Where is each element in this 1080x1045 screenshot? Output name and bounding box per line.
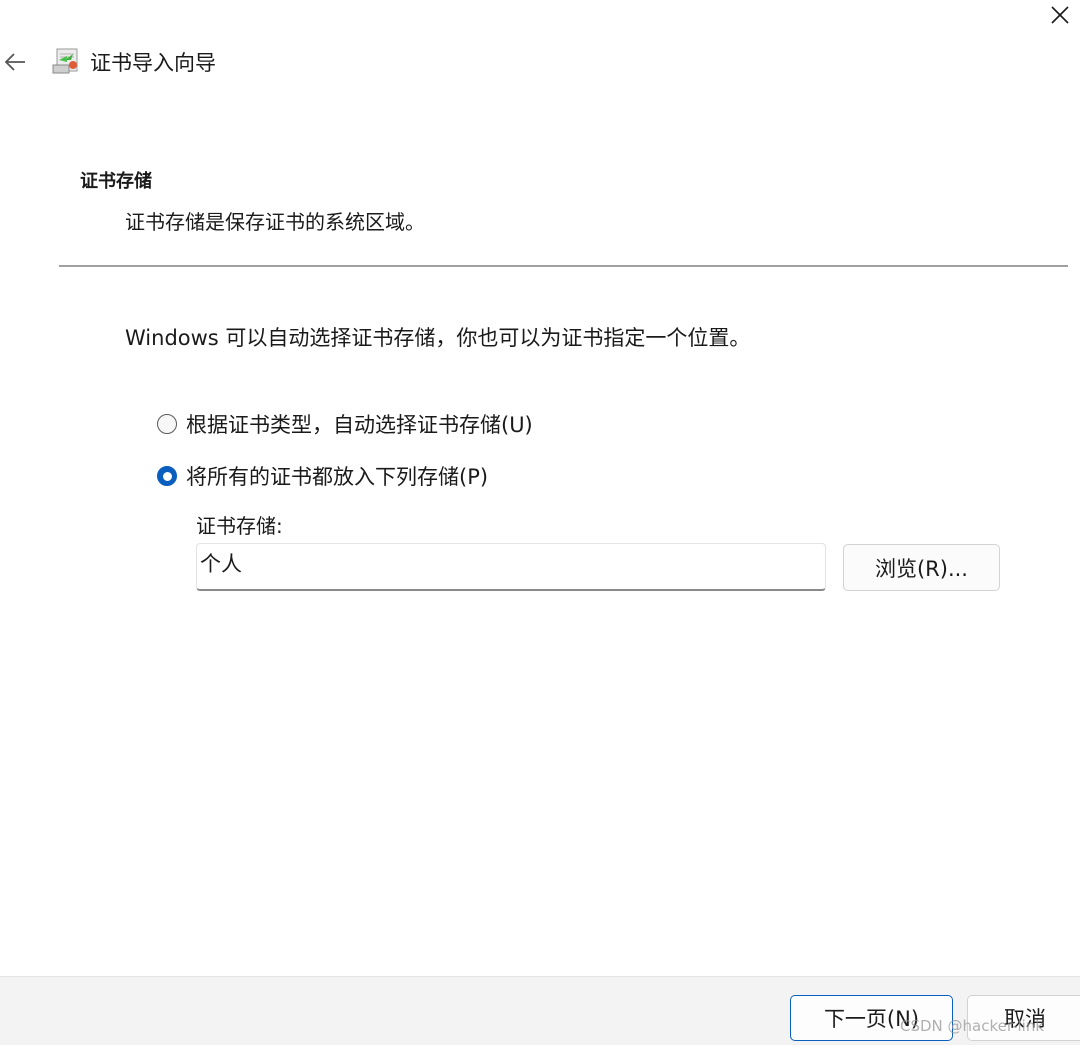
radio-label-auto-select: 根据证书类型，自动选择证书存储(U) [186, 413, 533, 437]
certificate-import-wizard-window: 证书导入向导 证书存储 证书存储是保存证书的系统区域。 Windows 可以自动… [0, 0, 1080, 1045]
radio-button-unselected[interactable] [157, 414, 177, 434]
close-icon [1051, 6, 1069, 24]
wizard-titlebar: 证书导入向导 [0, 40, 216, 84]
browse-button[interactable]: 浏览(R)... [843, 544, 1000, 591]
section-title: 证书存储 [80, 171, 152, 192]
close-button[interactable] [1040, 0, 1080, 30]
radio-option-auto-select[interactable]: 根据证书类型，自动选择证书存储(U) [157, 409, 533, 439]
watermark: CSDN @hacker-link [900, 1017, 1045, 1035]
back-arrow-icon [4, 53, 25, 71]
radio-option-place-all[interactable]: 将所有的证书都放入下列存储(P) [157, 461, 488, 491]
certificate-store-label: 证书存储: [196, 514, 283, 538]
back-button[interactable] [0, 42, 30, 82]
section-description: 证书存储是保存证书的系统区域。 [125, 210, 425, 234]
radio-button-selected[interactable] [157, 466, 177, 486]
wizard-title: 证书导入向导 [90, 51, 216, 75]
header-divider [59, 265, 1068, 267]
certificate-wizard-icon [50, 45, 84, 79]
certificate-store-field[interactable]: 个人 [196, 543, 826, 591]
radio-label-place-all: 将所有的证书都放入下列存储(P) [186, 465, 489, 489]
info-text: Windows 可以自动选择证书存储，你也可以为证书指定一个位置。 [125, 326, 751, 350]
